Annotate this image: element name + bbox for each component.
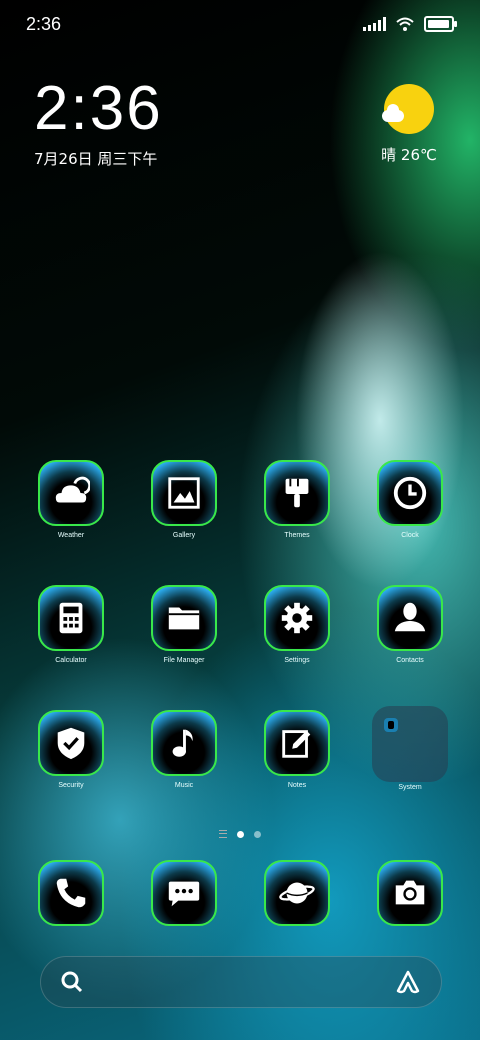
battery-icon	[424, 16, 457, 32]
person-icon	[377, 585, 443, 651]
app-gallery[interactable]: Gallery	[139, 460, 229, 539]
phone-icon	[38, 860, 104, 926]
dock-browser[interactable]	[252, 860, 342, 926]
app-themes[interactable]: Themes	[252, 460, 342, 539]
sun-cloud-icon	[382, 84, 434, 134]
gallery-icon	[151, 460, 217, 526]
app-label: System	[398, 784, 422, 791]
app-label: Gallery	[172, 532, 196, 539]
app-label: Themes	[284, 532, 310, 539]
app-label: Notes	[287, 782, 307, 789]
shield-icon	[38, 710, 104, 776]
app-system-folder[interactable]: System	[365, 706, 455, 791]
brush-icon	[264, 460, 330, 526]
dock-messages[interactable]	[139, 860, 229, 926]
search-icon[interactable]	[61, 971, 83, 993]
page-indicator	[0, 830, 480, 838]
search-bar[interactable]	[40, 956, 442, 1008]
status-icons	[363, 16, 457, 32]
wifi-icon	[396, 17, 414, 31]
app-label: Clock	[401, 532, 419, 539]
calculator-icon	[38, 585, 104, 651]
weather-icon	[38, 460, 104, 526]
messages-icon	[151, 860, 217, 926]
app-calculator[interactable]: Calculator	[26, 585, 116, 664]
folder-icon	[151, 585, 217, 651]
app-clock[interactable]: Clock	[365, 460, 455, 539]
dock-phone[interactable]	[26, 860, 116, 926]
signal-icon	[363, 17, 386, 31]
weather-widget[interactable]: 晴 26℃	[374, 84, 444, 165]
clock-time: 2:36	[34, 74, 163, 143]
status-time: 2:36	[26, 14, 62, 34]
menu-lines-icon	[219, 830, 227, 838]
clock-widget[interactable]: 2:36 7月26日 周三下午	[34, 78, 163, 169]
page-dot[interactable]	[237, 830, 244, 838]
app-label: Weather	[57, 532, 85, 539]
app-security[interactable]: Security	[26, 710, 116, 789]
app-weather[interactable]: Weather	[26, 460, 116, 539]
music-note-icon	[151, 710, 217, 776]
folder-system-icon	[372, 706, 448, 782]
assistant-icon[interactable]	[395, 969, 421, 995]
app-label: Contacts	[396, 657, 424, 664]
app-contacts[interactable]: Contacts	[365, 585, 455, 664]
camera-icon	[377, 860, 443, 926]
page-dot[interactable]	[254, 830, 261, 838]
app-label: Security	[58, 782, 84, 789]
app-file-manager[interactable]: File Manager	[139, 585, 229, 664]
status-bar: 2:36	[0, 0, 480, 50]
app-label: File Manager	[163, 657, 205, 664]
app-music[interactable]: Music	[139, 710, 229, 789]
app-label: Calculator	[55, 657, 87, 664]
app-label: Music	[174, 782, 194, 789]
note-edit-icon	[264, 710, 330, 776]
app-label: Settings	[284, 657, 310, 664]
clock-icon	[377, 460, 443, 526]
browser-planet-icon	[264, 860, 330, 926]
app-notes[interactable]: Notes	[252, 710, 342, 789]
clock-date: 7月26日 周三下午	[34, 150, 158, 168]
dock-camera[interactable]	[365, 860, 455, 926]
weather-text: 晴 26℃	[381, 146, 437, 164]
app-settings[interactable]: Settings	[252, 585, 342, 664]
gear-icon	[264, 585, 330, 651]
